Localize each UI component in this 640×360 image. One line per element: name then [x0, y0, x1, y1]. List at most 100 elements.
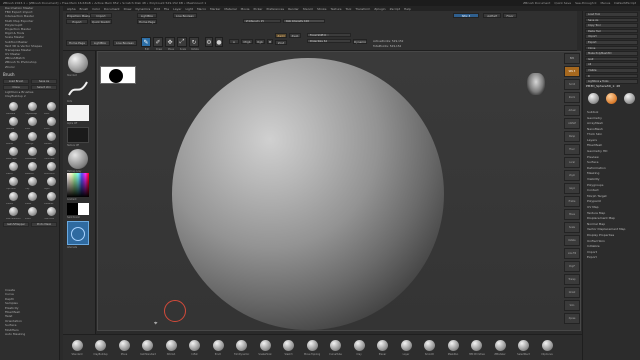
bottom-brush-button[interactable]: ClipCurve	[539, 340, 555, 356]
right-shelf-button[interactable]: AAHalf	[564, 118, 580, 129]
menus-button[interactable]: Menus	[600, 1, 610, 5]
zplugin-item[interactable]: ZColor	[0, 65, 59, 69]
live-boolean-button[interactable]: Live Boolean	[173, 13, 197, 18]
bottom-brush-button[interactable]: SnakeHook	[257, 340, 273, 356]
bottom-brush-button[interactable]: Layer	[398, 340, 414, 356]
right-shelf-button[interactable]: SPix 3	[564, 66, 580, 77]
rgb-toggle[interactable]: Rgb	[255, 39, 265, 44]
menu-item[interactable]: Texture	[331, 7, 342, 11]
brush-thumb[interactable]: TrimCurve	[44, 206, 58, 220]
menu-item[interactable]: Color	[92, 7, 100, 11]
right-shelf-button[interactable]: BPR	[564, 53, 580, 64]
right-shelf-button[interactable]: Frame	[564, 196, 580, 207]
bottom-brush-button[interactable]: Move	[116, 340, 132, 356]
menu-item[interactable]: Stroke	[317, 7, 327, 11]
rgb-intensity-slider[interactable]: Rgb Intensity 100	[283, 19, 325, 23]
menu-item[interactable]: Preferences	[266, 7, 284, 11]
brush-thumb[interactable]: ZModeler	[44, 191, 58, 205]
bottom-brush-button[interactable]: Slash3	[281, 340, 297, 356]
menu-item[interactable]: Movie	[241, 7, 250, 11]
bottom-brush-button[interactable]: ZModeler	[492, 340, 508, 356]
right-shelf-button[interactable]: Solo	[564, 300, 580, 311]
brush-thumb[interactable]: Inflat	[25, 116, 39, 130]
texture-swatch[interactable]	[67, 127, 89, 143]
m-toggle[interactable]: M	[267, 39, 273, 44]
menu-item[interactable]: Brush	[80, 7, 89, 11]
brush-thumb[interactable]: Insert	[25, 206, 39, 220]
zcut-toggle[interactable]: Zcut	[275, 40, 287, 45]
bottom-brush-button[interactable]: Inflat	[187, 340, 203, 356]
bottom-brush-button[interactable]: hPolish	[163, 340, 179, 356]
proto-mask-button[interactable]: Proto Mask	[31, 222, 57, 228]
brush-thumb[interactable]: ClayBuildup	[25, 101, 39, 115]
bottom-brush-button[interactable]: Pinch	[210, 340, 226, 356]
scale-mode-button[interactable]: ⤢ Scale	[177, 37, 187, 51]
brush-thumb[interactable]: Standard	[6, 101, 20, 115]
brush-thumb[interactable]: Planar	[25, 191, 39, 205]
right-shelf-button[interactable]: PolyF	[564, 261, 580, 272]
menu-item[interactable]: Tool	[345, 7, 351, 11]
spix-slider[interactable]: SPix 3	[453, 13, 479, 18]
menu-item[interactable]: Edit	[154, 7, 160, 11]
floor-button[interactable]: Floor	[503, 13, 517, 18]
right-shelf-button[interactable]: Local	[564, 157, 580, 168]
tool-palette-button[interactable]: Visible	[585, 67, 638, 73]
brush-thumb[interactable]: CurveTube	[44, 146, 58, 160]
sphere-mesh[interactable]	[172, 58, 444, 330]
brush-thumb[interactable]: Clay	[25, 176, 39, 190]
mrgb-toggle[interactable]: Mrgb	[241, 39, 253, 44]
menu-item[interactable]: Dynamics	[135, 7, 150, 11]
right-shelf-button[interactable]: Move	[564, 209, 580, 220]
brush-thumb[interactable]: IMM Primitives	[6, 206, 21, 220]
menu-item[interactable]: Alpha	[67, 7, 76, 11]
bottom-brush-button[interactable]: Clay	[351, 340, 367, 356]
tool-thumb-sphere-2[interactable]	[622, 91, 637, 106]
tool-palette-button[interactable]: Copy Tool	[585, 23, 638, 28]
import-button[interactable]: Import	[90, 13, 112, 18]
right-shelf-button[interactable]: Scale	[564, 222, 580, 233]
bottom-brush-button[interactable]: TrimDynamic	[234, 340, 250, 356]
bottom-brush-button[interactable]: DamStandard	[140, 340, 156, 356]
tool-palette-button[interactable]: Paste Tool	[585, 28, 638, 34]
tool-subpalette-item[interactable]: Export	[583, 255, 640, 261]
brush-thumb[interactable]: Pinch	[44, 116, 58, 130]
menu-item[interactable]: Draw	[124, 7, 132, 11]
load-brush-button[interactable]: Load Brush	[3, 78, 29, 84]
select-ltrn-button[interactable]: Select Ltrn	[31, 84, 57, 90]
right-shelf-button[interactable]: Ghost	[564, 287, 580, 298]
menu-item[interactable]: File	[164, 7, 169, 11]
standard-brush-swatch[interactable]	[68, 53, 88, 73]
edit-mode-button[interactable]: ✎ Edit	[141, 37, 151, 51]
bottom-brush-button[interactable]: Move Topological	[304, 340, 320, 356]
right-shelf-button[interactable]: Zoom	[564, 92, 580, 103]
brush-thumb[interactable]: Flatten	[6, 191, 20, 205]
getuvmapper-button[interactable]: GetUVMapper	[3, 222, 29, 228]
menu-item[interactable]: Zscript	[390, 7, 400, 11]
home-page-button[interactable]: Home Page	[137, 19, 157, 24]
zadd-toggle[interactable]: Zadd	[275, 33, 287, 38]
brush-thumb[interactable]: TrimDyn	[25, 131, 39, 145]
right-shelf-button[interactable]: Persp	[564, 131, 580, 142]
sphere-icon[interactable]: ●	[215, 37, 223, 47]
a-toggle[interactable]: A	[229, 39, 239, 44]
draw-size-slider[interactable]: Draw Size 64	[307, 39, 351, 43]
right-shelf-button[interactable]: Xpose	[564, 313, 580, 324]
bottom-brush-button[interactable]: IMM Primitives	[469, 340, 485, 356]
switch-color-swatch[interactable]	[67, 203, 89, 215]
bottom-brush-button[interactable]: SelectRect	[516, 340, 532, 356]
dynamic-toggle[interactable]: Dynamic	[353, 39, 367, 44]
menu-item[interactable]: Material	[224, 7, 236, 11]
quick-sketch-button[interactable]: Quick Sketch	[90, 19, 112, 24]
right-shelf-button[interactable]: Rotate	[564, 235, 580, 246]
alternate-button[interactable]	[67, 221, 89, 245]
brush-thumb[interactable]: MaskPen	[25, 161, 39, 175]
brush-thumb[interactable]: Move	[44, 101, 58, 115]
bottom-brush-button[interactable]: ClayBuildup	[93, 340, 109, 356]
save-brush-button[interactable]: Save As	[31, 78, 57, 84]
bottom-brush-button[interactable]: MaskPen	[445, 340, 461, 356]
menu-item[interactable]: Transform	[355, 7, 370, 11]
material-swatch[interactable]	[68, 149, 88, 169]
menu-item[interactable]: Document	[104, 7, 120, 11]
color-picker[interactable]	[67, 173, 89, 197]
brush-thumb[interactable]: SnakeHook	[25, 146, 39, 160]
